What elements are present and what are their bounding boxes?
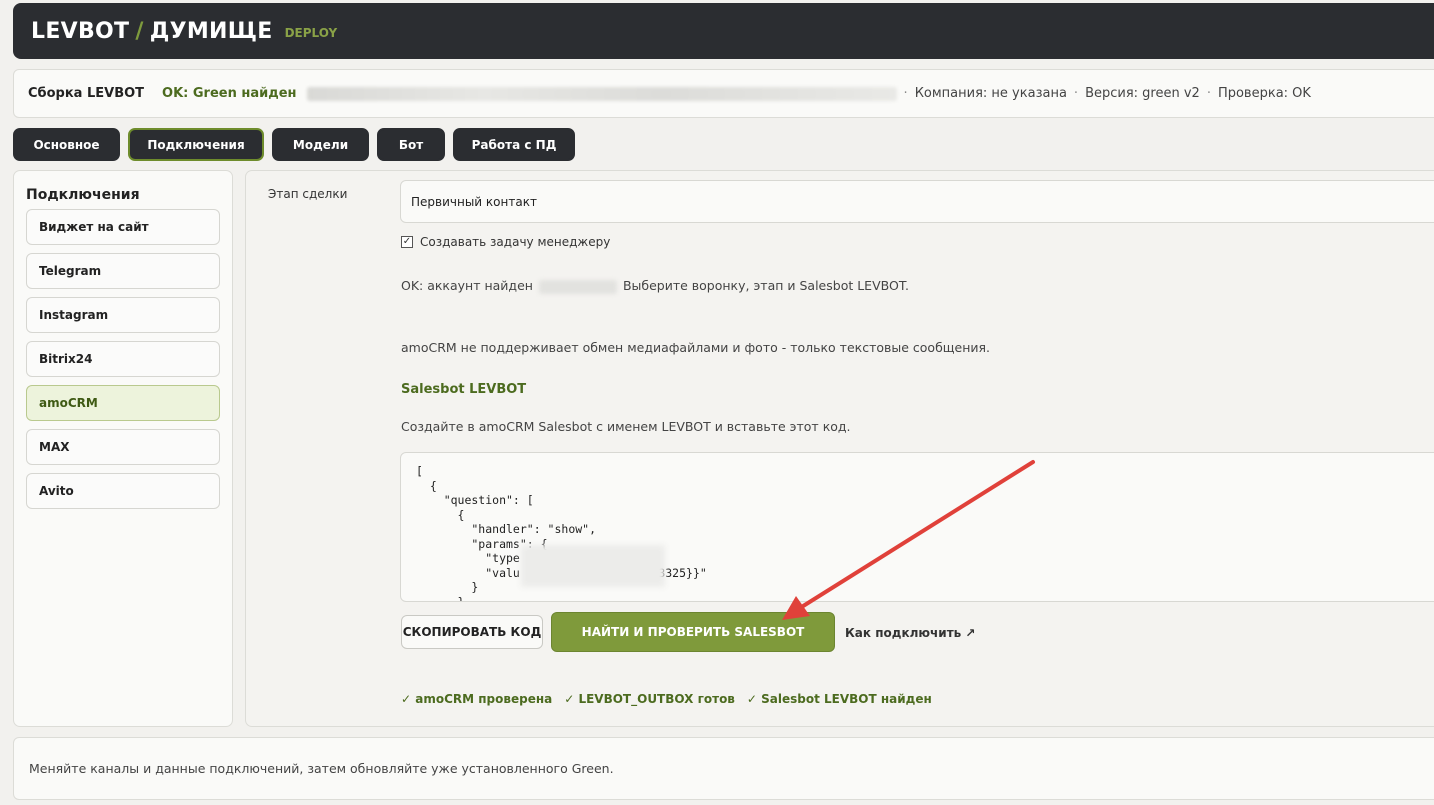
redacted-code	[521, 545, 665, 587]
account-ok-prefix: OK: аккаунт найден	[401, 278, 533, 293]
create-task-checkbox[interactable]: ✓	[401, 236, 413, 248]
sidebar-item-max[interactable]: MAX	[26, 429, 220, 465]
brand-left: LEVBOT	[31, 18, 130, 44]
stage-select[interactable]: Первичный контакт	[400, 180, 1434, 223]
env-badge: DEPLOY	[284, 25, 338, 40]
tab-main[interactable]: Основное	[13, 128, 120, 161]
separator: ·	[1206, 86, 1211, 101]
build-status: OK: Green найден	[162, 86, 297, 101]
sidebar-item-avito[interactable]: Avito	[26, 473, 220, 509]
brand-slash: /	[135, 18, 144, 44]
check-statuses: ✓ amoCRM проверена ✓ LEVBOT_OUTBOX готов…	[401, 692, 932, 706]
tab-pd[interactable]: Работа с ПД	[453, 128, 575, 161]
version-info: Версия: green v2	[1085, 86, 1200, 101]
brand-title: LEVBOT / ДУМИЩЕ	[31, 19, 273, 44]
sidebar-item-widget[interactable]: Виджет на сайт	[26, 209, 220, 245]
stage-select-value: Первичный контакт	[411, 194, 537, 209]
sidebar-title: Подключения	[26, 187, 140, 203]
main-tabs: Основное Подключения Модели Бот Работа с…	[13, 128, 575, 161]
account-ok-suffix: Выберите воронку, этап и Salesbot LEVBOT…	[622, 278, 909, 293]
how-to-connect-link[interactable]: Как подключить ↗	[845, 626, 975, 640]
media-note: amoCRM не поддерживает обмен медиафайлам…	[401, 340, 991, 355]
tab-models[interactable]: Модели	[272, 128, 369, 161]
build-label: Сборка LEVBOT	[28, 86, 145, 101]
check-info: Проверка: OK	[1217, 86, 1311, 101]
sidebar-item-amocrm[interactable]: amoCRM	[26, 385, 220, 421]
tab-connections[interactable]: Подключения	[128, 128, 264, 161]
separator: ·	[1073, 86, 1079, 101]
find-salesbot-button[interactable]: НАЙТИ И ПРОВЕРИТЬ SALESBOT	[551, 612, 835, 652]
footer-text: Меняйте каналы и данные подключений, зат…	[29, 761, 614, 776]
copy-code-button[interactable]: СКОПИРОВАТЬ КОД	[401, 615, 543, 649]
stage-label: Этап сделки	[268, 187, 348, 201]
status-outbox: ✓ LEVBOT_OUTBOX готов	[564, 692, 735, 706]
footer-note: Меняйте каналы и данные подключений, зат…	[13, 737, 1434, 800]
tab-bot[interactable]: Бот	[377, 128, 445, 161]
status-amocrm: ✓ amoCRM проверена	[401, 692, 553, 706]
create-task-row[interactable]: ✓ Создавать задачу менеджеру	[401, 235, 610, 249]
status-salesbot: ✓ Salesbot LEVBOT найден	[746, 692, 932, 706]
connections-sidebar: Подключения Виджет на сайт Telegram Inst…	[13, 170, 233, 727]
brand-right: ДУМИЩЕ	[149, 18, 273, 44]
sidebar-item-telegram[interactable]: Telegram	[26, 253, 220, 289]
separator: ·	[903, 86, 908, 101]
salesbot-code-box[interactable]: [ { "question": [ { "handler": "show", "…	[400, 452, 1434, 602]
redacted-account	[538, 279, 617, 294]
account-status-text: OK: аккаунт найден Выберите воронку, этап…	[401, 278, 909, 294]
redacted-build-path	[306, 86, 897, 101]
sidebar-item-instagram[interactable]: Instagram	[26, 297, 220, 333]
company-info: Компания: не указана	[914, 86, 1067, 101]
app-header: LEVBOT / ДУМИЩЕ DEPLOY	[13, 3, 1434, 59]
build-info-bar: Сборка LEVBOT OK: Green найден · Компани…	[13, 69, 1434, 118]
sidebar-item-bitrix24[interactable]: Bitrix24	[26, 341, 220, 377]
create-task-label: Создавать задачу менеджеру	[420, 235, 611, 249]
salesbot-section-title: Salesbot LEVBOT	[401, 382, 527, 397]
salesbot-instruction: Создайте в amoCRM Salesbot с именем LEVB…	[401, 419, 851, 434]
